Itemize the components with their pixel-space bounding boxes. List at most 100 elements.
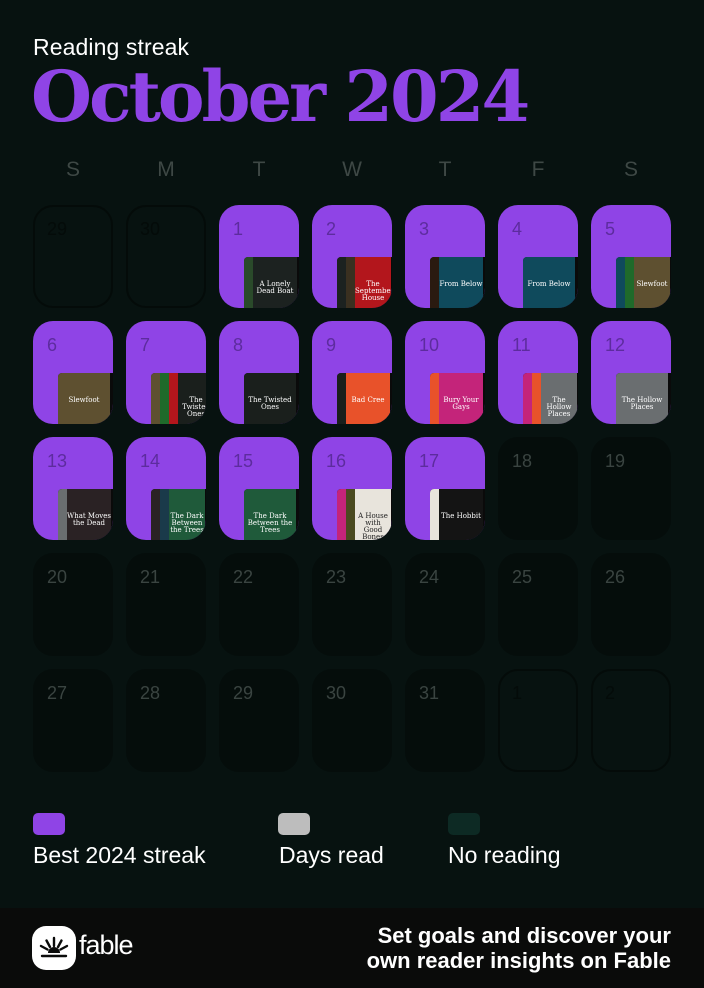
- book-title: What Moves the Dead: [67, 512, 111, 527]
- day-number: 29: [47, 219, 68, 239]
- day-cell[interactable]: 28: [126, 669, 206, 772]
- book-cover[interactable]: Slewfoot: [634, 257, 670, 308]
- book-cover[interactable]: The September House: [355, 257, 391, 308]
- day-cell[interactable]: 8 The Twisted Ones: [219, 321, 299, 424]
- day-cell[interactable]: 10 Bury Your Gays: [405, 321, 485, 424]
- day-number: 3: [419, 219, 430, 239]
- day-cell[interactable]: 27: [33, 669, 113, 772]
- book-cover[interactable]: The Twisted Ones: [178, 373, 206, 424]
- book-cover[interactable]: The Dark Between the Trees: [169, 489, 205, 540]
- book-cover[interactable]: From Below: [523, 257, 575, 308]
- book-cover[interactable]: [160, 373, 169, 424]
- book-cover-stack: The Twisted Ones: [244, 373, 299, 424]
- day-number: 14: [140, 451, 161, 471]
- day-cell[interactable]: 29: [219, 669, 299, 772]
- day-cell[interactable]: 22: [219, 553, 299, 656]
- book-cover[interactable]: [625, 257, 634, 308]
- weekday-label: S: [623, 158, 638, 181]
- day-cell[interactable]: 30: [312, 669, 392, 772]
- day-cell[interactable]: 25: [498, 553, 578, 656]
- book-cover-stack: The Hollow Places: [523, 373, 578, 424]
- day-cell[interactable]: 16 A House with Good Bones: [312, 437, 392, 540]
- day-cell[interactable]: 1 A Lonely Dead Boat: [219, 205, 299, 308]
- day-cell[interactable]: 12 The Hollow Places: [591, 321, 671, 424]
- day-number: 10: [419, 335, 440, 355]
- book-cover[interactable]: Bury Your Gays: [439, 373, 483, 424]
- book-cover[interactable]: [244, 257, 253, 308]
- day-number: 13: [47, 451, 68, 471]
- book-cover[interactable]: [430, 373, 439, 424]
- book-cover-stack: The Hollow Places: [616, 373, 671, 424]
- book-cover[interactable]: The Hobbit: [439, 489, 483, 540]
- book-cover[interactable]: Slewfoot: [58, 373, 110, 424]
- day-number: 16: [326, 451, 347, 471]
- book-cover[interactable]: A House with Good Bones: [355, 489, 391, 540]
- day-number: 17: [419, 451, 440, 471]
- sunrise-icon: [39, 936, 69, 958]
- book-cover[interactable]: Bad Cree: [346, 373, 390, 424]
- day-number: 23: [326, 567, 347, 587]
- book-cover[interactable]: The Hollow Places: [541, 373, 577, 424]
- book-cover[interactable]: [532, 373, 541, 424]
- book-cover[interactable]: [430, 489, 439, 540]
- book-cover[interactable]: The Twisted Ones: [244, 373, 296, 424]
- day-cell[interactable]: 17 The Hobbit: [405, 437, 485, 540]
- book-cover[interactable]: [151, 489, 160, 540]
- day-cell[interactable]: 2 The September House: [312, 205, 392, 308]
- day-number: 27: [47, 683, 68, 703]
- book-cover[interactable]: [346, 489, 355, 540]
- book-title: From Below: [439, 280, 483, 288]
- book-cover[interactable]: [337, 373, 346, 424]
- book-cover[interactable]: [337, 489, 346, 540]
- book-cover[interactable]: A Lonely Dead Boat: [253, 257, 297, 308]
- day-cell[interactable]: 2: [591, 669, 671, 772]
- weekday-label: M: [157, 158, 175, 181]
- day-cell[interactable]: 6 Slewfoot: [33, 321, 113, 424]
- day-cell[interactable]: 7 The Twisted Ones: [126, 321, 206, 424]
- fable-logo[interactable]: [32, 926, 76, 970]
- book-cover[interactable]: [337, 257, 346, 308]
- book-cover[interactable]: The Hollow Places: [616, 373, 668, 424]
- book-cover[interactable]: [523, 373, 532, 424]
- day-cell[interactable]: 29: [33, 205, 113, 308]
- day-cell[interactable]: 21: [126, 553, 206, 656]
- legend-swatch-streak: [33, 813, 65, 835]
- book-cover[interactable]: What Moves the Dead: [67, 489, 111, 540]
- day-cell[interactable]: 4 From Below: [498, 205, 578, 308]
- book-cover[interactable]: [346, 257, 355, 308]
- day-number: 2: [326, 219, 337, 239]
- day-cell[interactable]: 15 The Dark Between the Trees: [219, 437, 299, 540]
- cta-text[interactable]: Set goals and discover your own reader i…: [367, 923, 671, 973]
- page-title: October 2024: [31, 55, 530, 138]
- day-cell[interactable]: 24: [405, 553, 485, 656]
- day-cell[interactable]: 19: [591, 437, 671, 540]
- day-cell[interactable]: 3 From Below: [405, 205, 485, 308]
- day-cell[interactable]: 26: [591, 553, 671, 656]
- day-cell[interactable]: 30: [126, 205, 206, 308]
- book-cover[interactable]: The Dark Between the Trees: [244, 489, 296, 540]
- book-cover-stack: What Moves the Dead: [58, 489, 113, 540]
- day-cell[interactable]: 1: [498, 669, 578, 772]
- book-cover-stack: Slewfoot: [58, 373, 113, 424]
- book-title: From Below: [527, 280, 571, 288]
- day-cell[interactable]: 23: [312, 553, 392, 656]
- day-cell[interactable]: 9 Bad Cree: [312, 321, 392, 424]
- book-cover[interactable]: [151, 373, 160, 424]
- book-cover-stack: The Dark Between the Trees: [244, 489, 299, 540]
- legend-label-days-read: Days read: [279, 842, 384, 868]
- day-cell[interactable]: 20: [33, 553, 113, 656]
- day-number: 12: [605, 335, 626, 355]
- book-cover[interactable]: [616, 257, 625, 308]
- book-cover[interactable]: [160, 489, 169, 540]
- day-cell[interactable]: 11 The Hollow Places: [498, 321, 578, 424]
- day-cell[interactable]: 18: [498, 437, 578, 540]
- book-cover[interactable]: [58, 489, 67, 540]
- day-cell[interactable]: 14 The Dark Between the Trees: [126, 437, 206, 540]
- book-cover[interactable]: [430, 257, 439, 308]
- day-cell[interactable]: 13 What Moves the Dead: [33, 437, 113, 540]
- day-cell[interactable]: 5 Slewfoot: [591, 205, 671, 308]
- book-cover[interactable]: From Below: [439, 257, 483, 308]
- day-cell[interactable]: 31: [405, 669, 485, 772]
- day-number: 18: [512, 451, 533, 471]
- book-cover[interactable]: [169, 373, 178, 424]
